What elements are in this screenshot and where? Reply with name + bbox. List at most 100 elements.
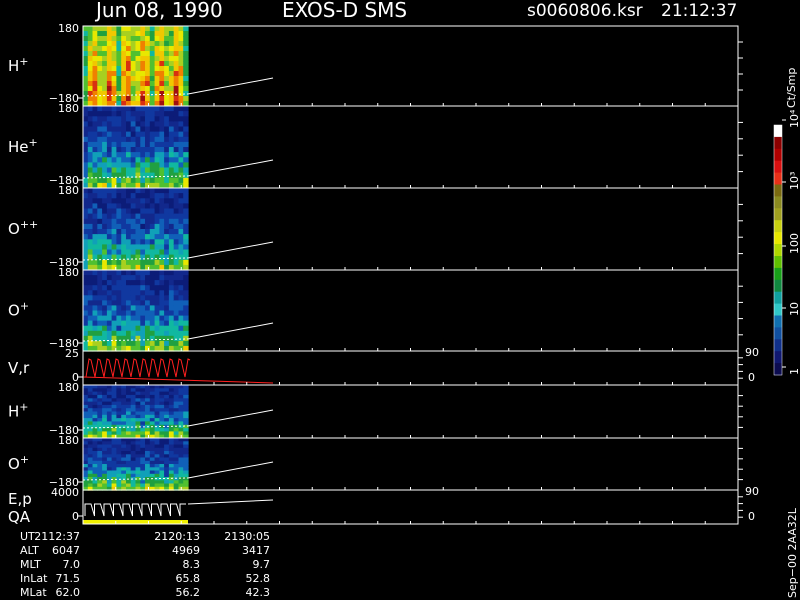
spectrogram-cell — [164, 157, 170, 163]
spectrogram-cell — [173, 188, 180, 194]
spectrogram-cell — [164, 330, 170, 337]
spectrogram-cell — [126, 239, 132, 245]
spectrogram-cell — [173, 275, 180, 281]
spectrogram-cell — [173, 198, 180, 204]
spectrogram-cell — [126, 223, 132, 230]
spectrogram-cell — [121, 46, 127, 52]
spectrogram-cell — [154, 213, 160, 220]
spectrogram-cell — [173, 31, 180, 37]
spectrogram-cell — [164, 218, 170, 225]
spectrogram-cell — [168, 51, 175, 57]
spectrogram-cell — [102, 234, 108, 240]
spectrogram-cell — [83, 218, 89, 225]
spectrogram-cell — [126, 310, 132, 317]
spectrogram-cell — [106, 280, 113, 286]
spectrogram-cell — [130, 290, 137, 296]
spectrogram-cell — [149, 208, 156, 215]
spectrogram-cell — [154, 106, 160, 112]
spectrogram-cell — [126, 121, 132, 128]
spectrogram-cell — [173, 136, 180, 143]
spectrogram-cell — [168, 157, 175, 163]
spectrogram-cell — [92, 167, 98, 174]
spectrogram-cell — [145, 51, 151, 57]
spectrogram-cell — [135, 315, 141, 322]
spectrogram-cell — [164, 254, 170, 261]
pitch-angle-trace-extension — [187, 461, 274, 479]
footer-value: 2130:05 — [224, 530, 270, 543]
spectrogram-cell — [149, 330, 156, 337]
spectrogram-cell — [154, 56, 160, 62]
spectrogram-cell — [102, 81, 108, 87]
spectrogram-cell — [130, 71, 137, 77]
spectrogram-cell — [92, 330, 98, 337]
spectrogram-cell — [92, 152, 98, 158]
spectrogram-cell — [130, 300, 137, 307]
spectrogram-cell — [164, 111, 170, 117]
spectrogram-cell — [173, 421, 180, 426]
spectrogram-cell — [145, 66, 151, 72]
spectrogram-cell — [83, 177, 89, 184]
footer-value: 2112:37 — [34, 530, 80, 543]
spectrogram-cell — [135, 131, 141, 138]
spectrogram-cell — [126, 76, 132, 82]
spectrogram-cell — [140, 421, 146, 426]
spectrogram-cell — [121, 106, 127, 112]
spectrogram-cell — [183, 305, 189, 312]
spectrogram-cell — [154, 218, 160, 225]
spectrogram-cell — [111, 136, 117, 143]
spectrogram-cell — [126, 136, 132, 143]
spectrogram-cell — [145, 86, 151, 92]
spectrogram-cell — [111, 96, 117, 102]
spectrogram-cell — [149, 295, 156, 301]
spectrogram-cell — [173, 254, 180, 261]
spectrogram-cell — [178, 244, 184, 251]
spectrogram-cell — [135, 300, 141, 307]
spectrogram-cell — [159, 254, 165, 261]
colorbar-swatch — [774, 351, 782, 364]
spectrogram-cell — [97, 198, 103, 204]
spectrogram-cell — [145, 244, 151, 251]
spectrogram-cell — [97, 71, 103, 77]
spectrogram-cell — [121, 152, 127, 158]
spectrogram-cell — [92, 66, 98, 72]
spectrogram-cell — [116, 295, 122, 301]
spectrogram-cell — [111, 76, 117, 82]
spectrogram-cell — [97, 249, 103, 256]
spectrogram-cell — [159, 41, 165, 47]
spectrogram-cell — [183, 111, 189, 117]
spectrogram-cell — [111, 300, 117, 307]
spectrogram-cell — [164, 244, 170, 251]
spectrogram-cell — [97, 208, 103, 215]
spectrogram-cell — [154, 96, 160, 102]
spectrogram-cell — [183, 249, 189, 256]
spectrogram-cell — [154, 188, 160, 194]
spectrogram-cell — [83, 280, 89, 286]
spectrogram-cell — [173, 106, 180, 112]
spectrogram-cell — [149, 300, 156, 307]
spectrogram-cell — [106, 259, 113, 266]
spectrogram-cell — [154, 229, 160, 235]
spectrogram-cell — [130, 320, 137, 327]
spectrogram-cell — [159, 259, 165, 266]
spectrogram-cell — [145, 71, 151, 77]
spectrogram-cell — [178, 285, 184, 291]
spectrogram-cell — [87, 295, 94, 301]
spectrogram-cell — [173, 203, 180, 210]
spectrogram-cell — [111, 56, 117, 62]
spectrogram-cell — [149, 193, 156, 199]
spectrogram-cell — [164, 126, 170, 133]
spectrogram-cell — [83, 61, 89, 67]
spectrogram-cell — [149, 259, 156, 266]
spectrogram-cell — [106, 234, 113, 240]
spectrogram-cell — [173, 259, 180, 266]
spectrogram-cell — [173, 167, 180, 174]
spectrogram-cell — [102, 106, 108, 112]
spectrogram-cell — [164, 31, 170, 37]
spectrogram-cell — [140, 26, 146, 32]
spectrogram-cell — [183, 275, 189, 281]
spectrogram-cell — [83, 290, 89, 296]
spectrogram-cell — [92, 36, 98, 42]
spectrogram-cell — [183, 310, 189, 317]
spectrogram-cell — [111, 126, 117, 133]
spectrogram-cell — [154, 46, 160, 52]
